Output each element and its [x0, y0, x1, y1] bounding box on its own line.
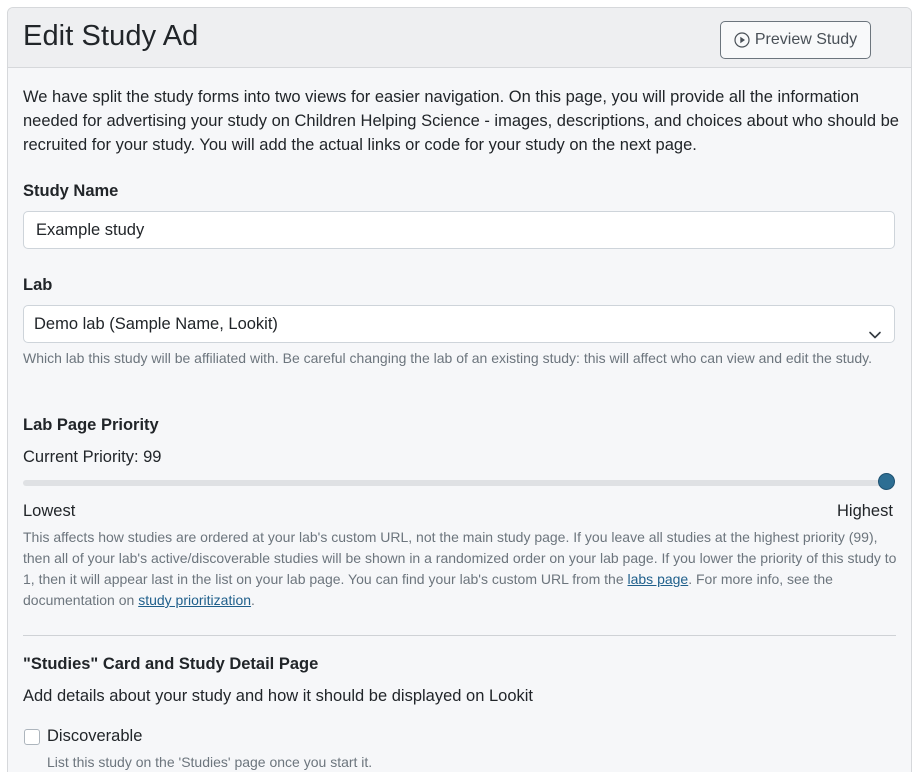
studies-card-heading: "Studies" Card and Study Detail Page [23, 655, 319, 673]
lab-selected-value: Demo lab (Sample Name, Lookit) [34, 315, 278, 333]
labs-page-link[interactable]: labs page [628, 571, 689, 587]
study-prioritization-link[interactable]: study prioritization [138, 592, 251, 608]
priority-label: Lab Page Priority [23, 416, 159, 434]
discoverable-label[interactable]: Discoverable [47, 727, 142, 746]
section-divider [23, 635, 896, 636]
lab-label: Lab [23, 276, 53, 294]
studies-card-subheading: Add details about your study and how it … [23, 687, 534, 705]
lab-select[interactable]: Demo lab (Sample Name, Lookit) [23, 305, 895, 343]
discoverable-checkbox[interactable] [24, 729, 40, 745]
preview-study-button[interactable]: Preview Study [720, 21, 871, 59]
priority-help-text: This affects how studies are ordered at … [23, 527, 898, 611]
lab-help-text: Which lab this study will be affiliated … [23, 350, 873, 366]
priority-highest-label: Highest [837, 502, 893, 520]
edit-study-card: Edit Study Ad Preview Study We have spli… [7, 7, 912, 772]
intro-text: We have split the study forms into two v… [23, 88, 899, 154]
priority-slider-track[interactable] [23, 480, 889, 486]
study-name-input[interactable]: Example study [23, 211, 895, 249]
priority-slider-handle[interactable] [878, 473, 895, 490]
play-circle-icon [734, 32, 750, 48]
study-name-value: Example study [36, 221, 145, 239]
page-title: Edit Study Ad [23, 20, 199, 52]
study-name-label: Study Name [23, 182, 119, 200]
current-priority-text: Current Priority: 99 [23, 448, 162, 466]
priority-lowest-label: Lowest [23, 502, 76, 520]
discoverable-help-text: List this study on the 'Studies' page on… [47, 754, 373, 770]
priority-help-part3: . [251, 592, 255, 608]
preview-study-label: Preview Study [754, 31, 858, 48]
card-header: Edit Study Ad Preview Study [8, 8, 911, 68]
